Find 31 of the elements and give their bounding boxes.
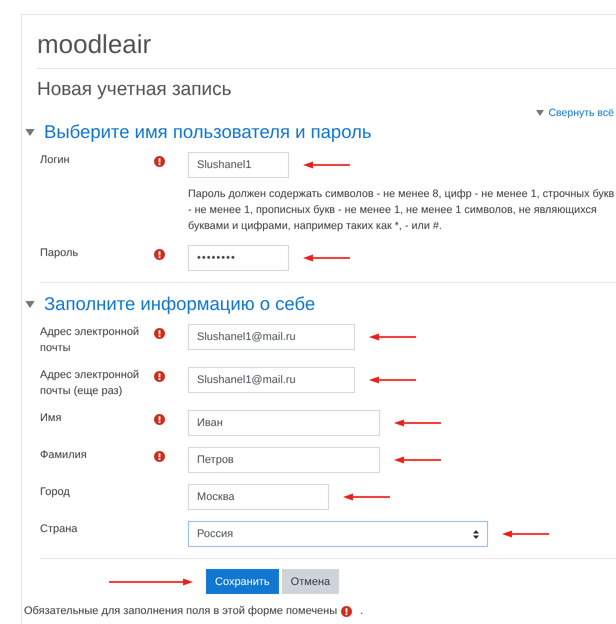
field-label: Город bbox=[40, 485, 71, 500]
password-hint: Пароль должен содержать символов - не менее 8, цифр - не менее 1, строчных букв - не менее 1, прописных букв - не менее 1, не менее 1 символов, не являющихся буквами и цифрами, например таких как *, - или #. bbox=[188, 187, 616, 234]
input-field[interactable]: Slushanel1 bbox=[188, 152, 289, 178]
input-field[interactable]: Slushanel1@mail.ru bbox=[188, 324, 355, 350]
site-title: moodleair bbox=[37, 29, 616, 69]
collapse-all-link[interactable]: Свернуть всё bbox=[536, 107, 614, 119]
input-field[interactable]: Петров bbox=[188, 447, 380, 473]
input-field[interactable]: Иван bbox=[188, 410, 380, 436]
section-header[interactable]: Заполните информацию о себе bbox=[25, 293, 616, 315]
note-period: . bbox=[360, 605, 364, 617]
field-label: Адрес электронной почты bbox=[40, 325, 140, 356]
field-label: Адрес электронной почты (еще раз) bbox=[40, 368, 140, 399]
required-note: Обязательные для заполнения поля в этой форме помечены bbox=[24, 605, 338, 617]
input-field[interactable]: Москва bbox=[188, 484, 329, 510]
page-heading: Новая учетная запись bbox=[37, 79, 233, 101]
caret-icon bbox=[536, 110, 544, 116]
field-label: Страна bbox=[40, 522, 78, 537]
save-button[interactable]: Сохранить bbox=[206, 569, 279, 594]
required-icon bbox=[341, 606, 352, 616]
field-label: Пароль bbox=[40, 246, 80, 261]
caret-icon bbox=[25, 300, 35, 308]
field-label: Фамилия bbox=[40, 448, 88, 463]
country-select[interactable]: Россия bbox=[188, 521, 488, 547]
input-field[interactable]: Slushanel1@mail.ru bbox=[188, 367, 355, 393]
field-label: Логин bbox=[40, 153, 71, 168]
section-header[interactable]: Выберите имя пользователя и пароль bbox=[25, 121, 616, 143]
caret-icon bbox=[25, 128, 35, 136]
cancel-button[interactable]: Отмена bbox=[282, 569, 340, 594]
sort-icon bbox=[473, 530, 479, 538]
field-label: Имя bbox=[40, 411, 62, 426]
input-field[interactable]: •••••••• bbox=[188, 245, 289, 271]
